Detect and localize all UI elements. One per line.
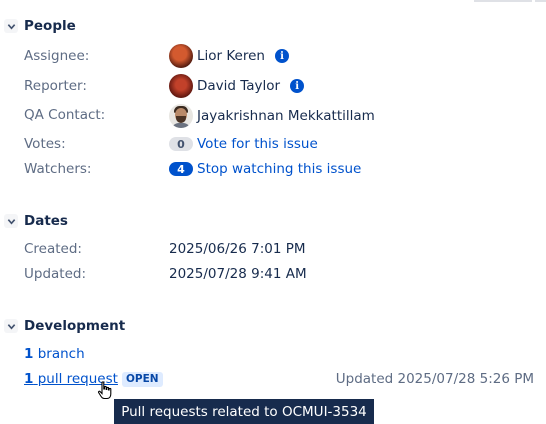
top-border-fragment <box>474 0 532 2</box>
hand-cursor-icon <box>97 381 112 400</box>
chevron-down-icon <box>4 319 18 333</box>
qa-contact-value: Jayakrishnan Mekkattillam <box>169 104 375 128</box>
status-badge: OPEN <box>121 371 163 387</box>
section-title-dates: Dates <box>24 213 68 229</box>
branch-link[interactable]: 1 branch <box>24 346 85 362</box>
updated-label: Updated: <box>24 266 87 282</box>
chevron-down-icon <box>4 214 18 228</box>
avatar[interactable] <box>169 44 193 68</box>
reporter-value: David Taylor i <box>169 74 305 98</box>
section-title-people: People <box>24 18 76 34</box>
vote-link[interactable]: Vote for this issue <box>197 136 318 152</box>
section-toggle-development[interactable]: Development <box>4 316 125 336</box>
assignee-name[interactable]: Lior Keren <box>197 48 265 64</box>
stop-watching-link[interactable]: Stop watching this issue <box>197 161 361 177</box>
branch-count: 1 <box>24 346 34 362</box>
branch-row: 1 branch <box>24 344 85 364</box>
branch-text: branch <box>37 346 85 362</box>
chevron-down-icon <box>4 19 18 33</box>
votes-count-badge: 0 <box>169 137 193 151</box>
created-value: 2025/06/26 7:01 PM <box>169 241 306 257</box>
watchers-count-badge: 4 <box>169 162 193 176</box>
watchers-value: 4 Stop watching this issue <box>169 161 361 177</box>
section-toggle-people[interactable]: People <box>4 16 76 36</box>
votes-label: Votes: <box>24 136 66 152</box>
updated-value: 2025/07/28 9:41 AM <box>169 266 307 282</box>
pull-request-count: 1 <box>24 371 34 387</box>
pull-request-updated: Updated 2025/07/28 5:26 PM <box>335 371 534 387</box>
avatar[interactable] <box>169 104 193 128</box>
assignee-label: Assignee: <box>24 48 90 64</box>
info-icon[interactable]: i <box>290 79 305 93</box>
reporter-label: Reporter: <box>24 78 87 94</box>
info-icon[interactable]: i <box>274 49 289 63</box>
section-toggle-dates[interactable]: Dates <box>4 211 68 231</box>
qa-contact-label: QA Contact: <box>24 107 106 123</box>
votes-value: 0 Vote for this issue <box>169 136 318 152</box>
assignee-value: Lior Keren i <box>169 44 289 68</box>
qa-contact-name[interactable]: Jayakrishnan Mekkattillam <box>197 108 375 124</box>
top-border-fragment <box>535 0 546 2</box>
pull-request-row: 1 pull request OPEN <box>24 369 163 389</box>
watchers-label: Watchers: <box>24 161 92 177</box>
section-title-development: Development <box>24 318 126 334</box>
avatar[interactable] <box>169 74 193 98</box>
pull-request-tooltip: Pull requests related to OCMUI-3534 <box>114 399 374 424</box>
created-label: Created: <box>24 241 82 257</box>
reporter-name[interactable]: David Taylor <box>197 78 280 94</box>
